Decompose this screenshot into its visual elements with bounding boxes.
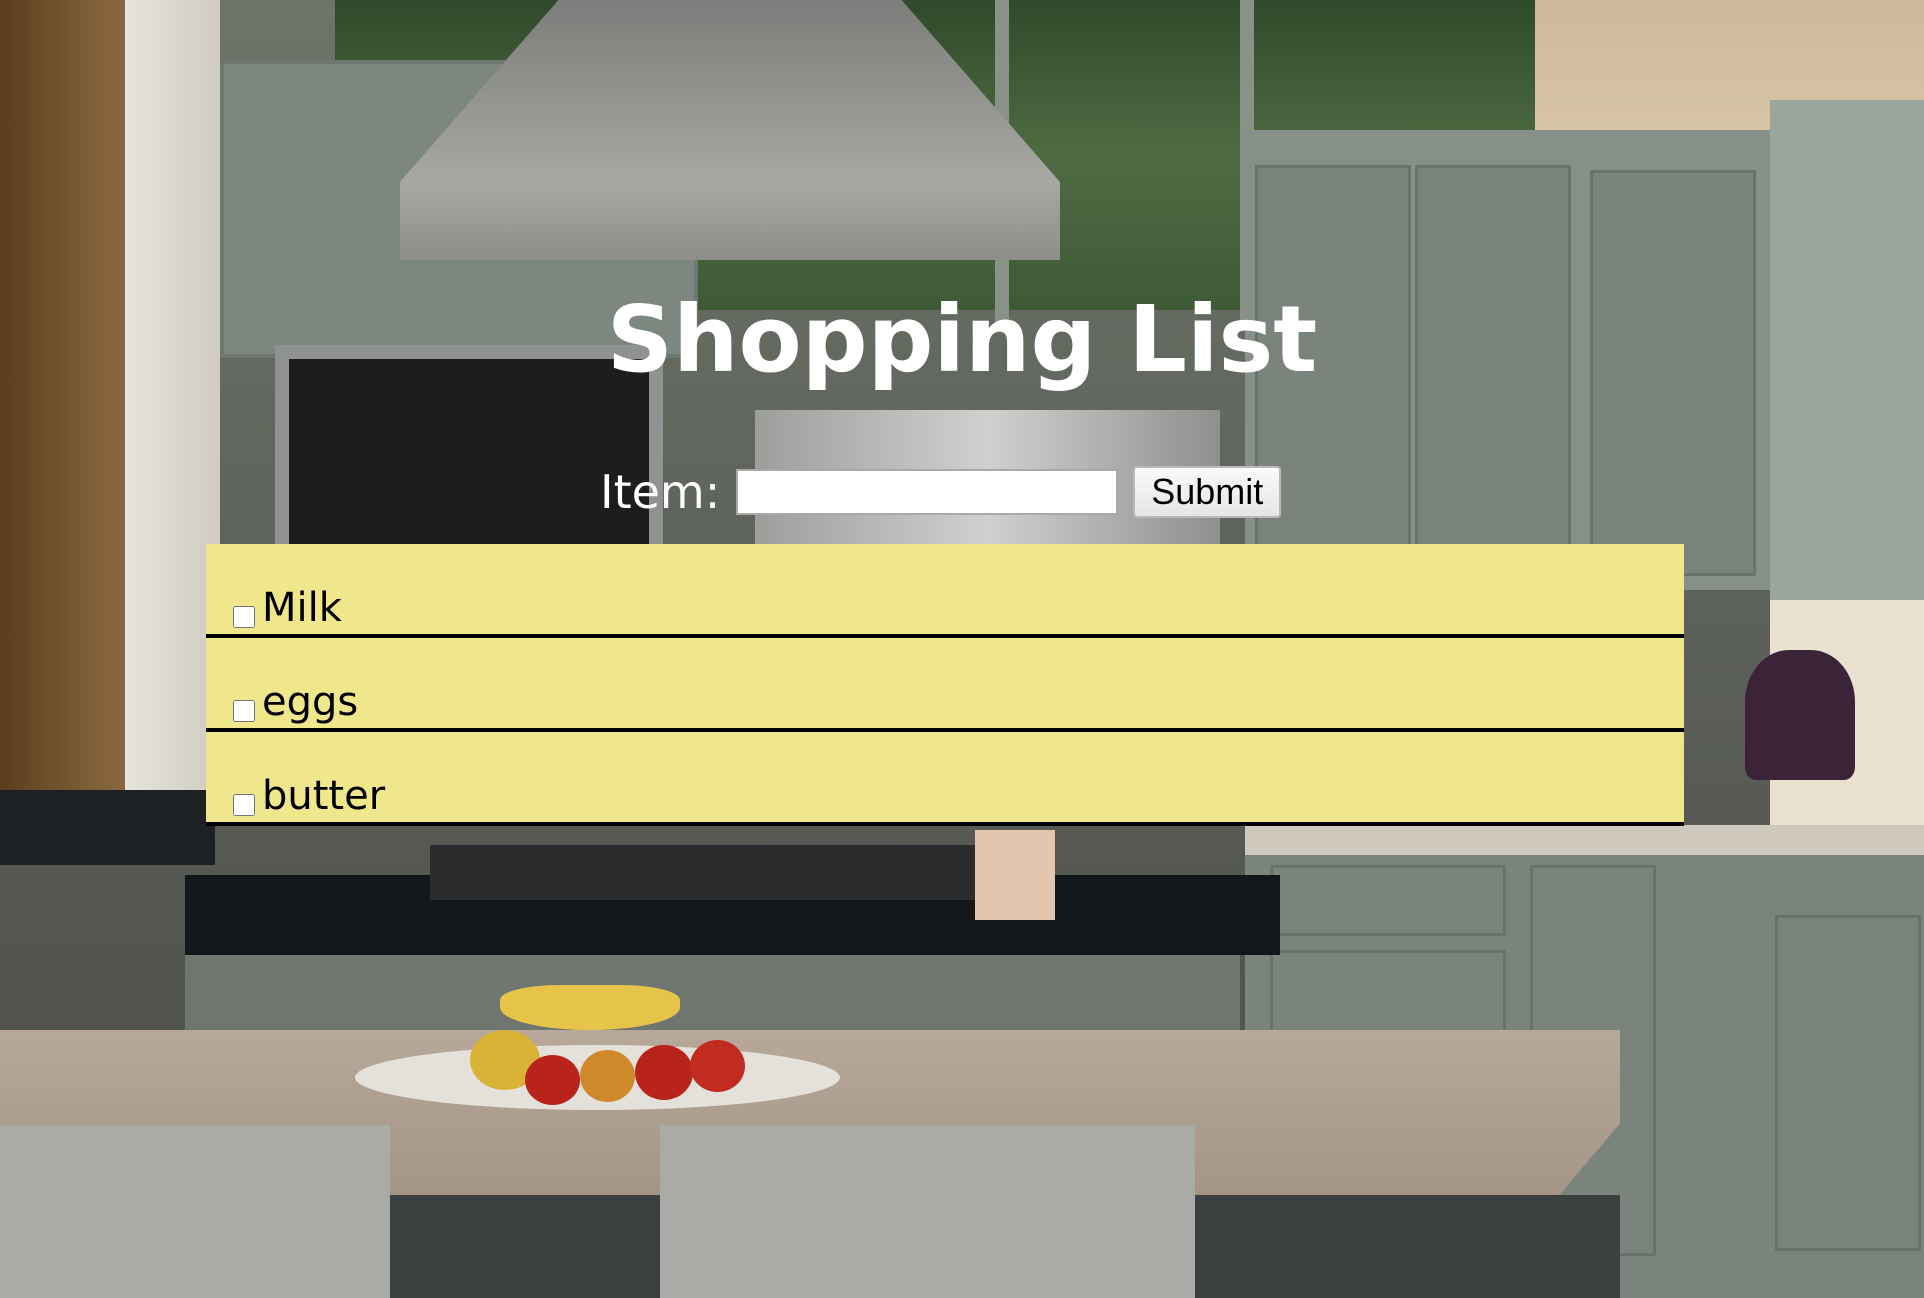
page-title: Shopping List: [606, 286, 1318, 393]
list-item-label: eggs: [262, 679, 359, 725]
plant-pot: [975, 830, 1055, 920]
wall: [0, 0, 130, 800]
cabinet-door: [1775, 915, 1921, 1251]
list-item: eggs: [206, 638, 1684, 732]
item-checkbox[interactable]: [233, 606, 255, 628]
list-item-label: Milk: [262, 585, 342, 631]
drawer: [1270, 865, 1506, 936]
bananas: [500, 985, 680, 1030]
submit-button[interactable]: Submit: [1133, 466, 1282, 518]
drawer: [1270, 950, 1506, 1036]
item-label: Item:: [600, 465, 721, 519]
add-item-form: Item: Submit: [600, 462, 1282, 522]
stand-mixer: [1745, 650, 1855, 780]
item-input[interactable]: [736, 469, 1119, 515]
item-checkbox[interactable]: [233, 700, 255, 722]
shopping-list: Milk eggs butter: [206, 544, 1684, 826]
apple: [635, 1045, 693, 1100]
countertop: [1245, 825, 1924, 855]
apple: [525, 1055, 580, 1105]
cooktop: [430, 845, 990, 900]
chair: [660, 1125, 1195, 1298]
list-item: Milk: [206, 544, 1684, 638]
countertop: [0, 790, 215, 865]
list-item-label: butter: [262, 773, 386, 819]
item-checkbox[interactable]: [233, 794, 255, 816]
chair: [0, 1125, 390, 1298]
apple: [690, 1040, 745, 1092]
list-item: butter: [206, 732, 1684, 826]
apple: [580, 1050, 635, 1102]
